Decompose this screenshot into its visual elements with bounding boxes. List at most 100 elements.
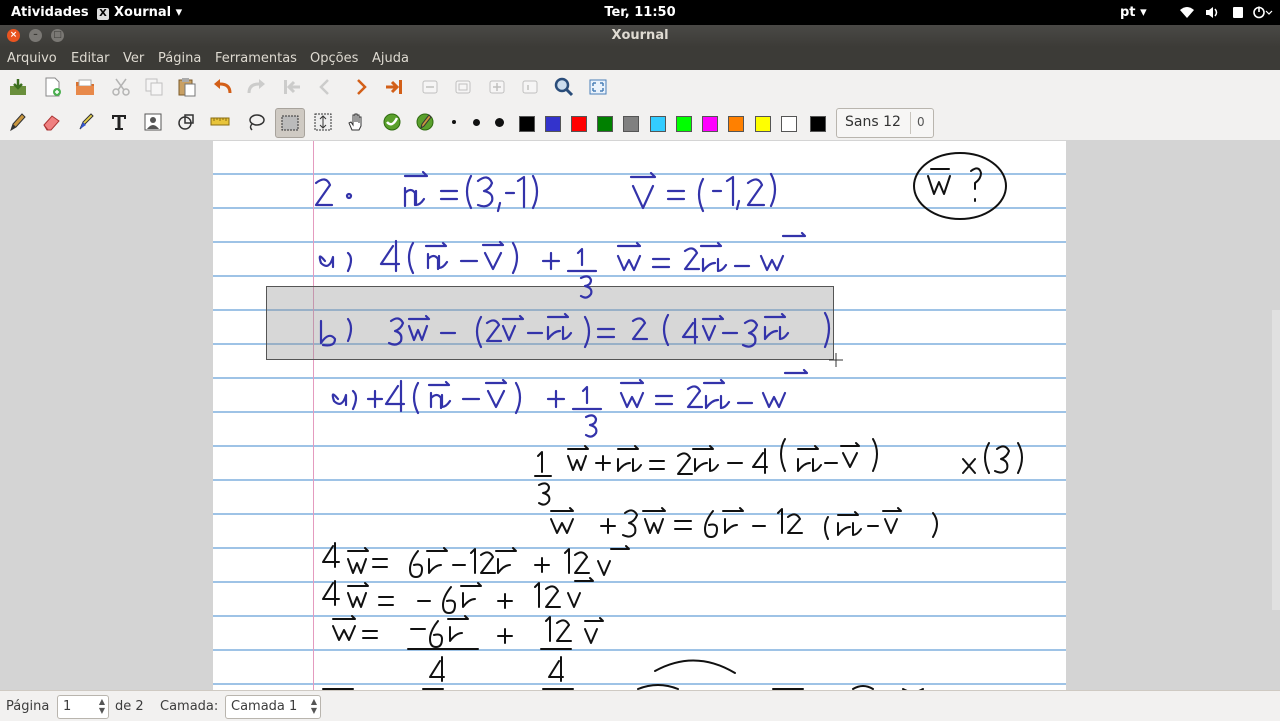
page-total: de 2: [115, 699, 144, 714]
open-folder-icon: [76, 79, 94, 95]
pen-thickness-fine[interactable]: [452, 120, 456, 124]
new-document-button[interactable]: [38, 73, 66, 101]
activities-button[interactable]: Atividades: [11, 5, 89, 20]
default-pen-icon: [416, 113, 434, 131]
eraser-tool-button[interactable]: [38, 108, 66, 136]
color-blue-swatch[interactable]: [545, 116, 561, 132]
zoom-out-icon: [422, 80, 438, 94]
system-top-bar: Atividades X Xournal ▾ Ter, 11:50 pt ▾: [0, 0, 1280, 25]
layer-selector[interactable]: Camada 1 ▲ ▼: [225, 695, 321, 719]
text-tool-button[interactable]: [105, 108, 133, 136]
power-menu-icon[interactable]: [1253, 6, 1273, 19]
page-width-button[interactable]: [516, 73, 544, 101]
lined-page[interactable]: [213, 141, 1066, 690]
image-tool-button[interactable]: [139, 108, 167, 136]
font-selector-button[interactable]: Sans 12 0: [836, 108, 934, 138]
tools-toolbar: Sans 12 0: [0, 105, 1280, 140]
spinner-arrows-icon[interactable]: ▲ ▼: [99, 697, 105, 715]
new-document-icon: [45, 77, 61, 97]
color-current-swatch[interactable]: [810, 116, 826, 132]
color-light-blue-swatch[interactable]: [650, 116, 666, 132]
zoom-in-button[interactable]: [483, 73, 511, 101]
zoom-in-icon: [489, 80, 505, 94]
wifi-icon[interactable]: [1180, 6, 1194, 19]
color-yellow-swatch[interactable]: [755, 116, 771, 132]
drawing-canvas[interactable]: [0, 140, 1280, 690]
window-title: Xournal: [611, 28, 669, 43]
previous-page-button[interactable]: [311, 73, 339, 101]
zoom-out-button[interactable]: [416, 73, 444, 101]
pen-thickness-thick[interactable]: [495, 118, 504, 127]
app-menu-label: Xournal: [114, 5, 172, 20]
menu-opcoes[interactable]: Opções: [310, 51, 358, 66]
menu-editar[interactable]: Editar: [71, 51, 110, 66]
eraser-icon: [43, 115, 60, 131]
vertical-space-button[interactable]: [309, 108, 337, 136]
default-tool-icon: [383, 113, 401, 131]
rectangle-select-icon: [281, 115, 299, 131]
zoom-fit-button[interactable]: [449, 73, 477, 101]
menu-bar: Arquivo Editar Ver Página Ferramentas Op…: [0, 47, 1280, 70]
undo-button[interactable]: [209, 73, 237, 101]
volume-icon[interactable]: [1205, 6, 1219, 19]
copy-button[interactable]: [140, 73, 168, 101]
dropdown-arrows-icon[interactable]: ▲ ▼: [311, 697, 317, 715]
text-tool-icon: [112, 115, 126, 130]
pen-tool-button[interactable]: [4, 108, 32, 136]
shape-recognizer-button[interactable]: [172, 108, 200, 136]
vertical-scrollbar[interactable]: [1272, 310, 1280, 610]
pen-thickness-medium[interactable]: [473, 119, 480, 126]
font-name: Sans 12: [845, 114, 901, 130]
hand-icon: [348, 113, 362, 131]
menu-ver[interactable]: Ver: [123, 51, 144, 66]
lasso-icon: [249, 114, 265, 131]
last-page-icon: [386, 80, 402, 94]
fullscreen-button[interactable]: [584, 73, 612, 101]
color-magenta-swatch[interactable]: [702, 116, 718, 132]
default-pen-button[interactable]: [411, 108, 439, 136]
last-page-button[interactable]: [380, 73, 408, 101]
default-tool-button[interactable]: [378, 108, 406, 136]
cut-button[interactable]: [107, 73, 135, 101]
window-title-bar[interactable]: × – □ Xournal: [0, 25, 1280, 47]
highlighter-tool-button[interactable]: [72, 108, 100, 136]
color-red-swatch[interactable]: [571, 116, 587, 132]
rectangle-select-button[interactable]: [275, 108, 305, 138]
menu-ajuda[interactable]: Ajuda: [372, 51, 409, 66]
ruler-icon: [210, 117, 230, 126]
layer-value: Camada 1: [231, 699, 298, 714]
language-indicator[interactable]: pt ▾: [1120, 5, 1147, 20]
color-green-swatch[interactable]: [597, 116, 613, 132]
color-white-swatch[interactable]: [781, 116, 797, 132]
lasso-select-button[interactable]: [242, 108, 270, 136]
highlighter-icon: [79, 113, 94, 130]
handwritten-ink: [314, 152, 1023, 690]
menu-pagina[interactable]: Página: [158, 51, 201, 66]
color-black-swatch[interactable]: [519, 116, 535, 132]
pencil-icon: [10, 113, 26, 132]
next-page-button[interactable]: [347, 73, 375, 101]
cut-icon: [112, 78, 130, 96]
open-button[interactable]: [71, 73, 99, 101]
paste-button[interactable]: [173, 73, 201, 101]
menu-ferramentas[interactable]: Ferramentas: [215, 51, 297, 66]
page-width-icon: [522, 80, 538, 94]
paste-icon: [178, 78, 196, 97]
font-extra: 0: [917, 115, 925, 129]
save-button[interactable]: [4, 73, 32, 101]
first-page-button[interactable]: [278, 73, 306, 101]
copy-icon: [145, 78, 163, 96]
color-light-green-swatch[interactable]: [676, 116, 692, 132]
page-number-spinner[interactable]: 1 ▲ ▼: [57, 695, 109, 719]
ruler-button[interactable]: [206, 108, 234, 136]
zoom-button[interactable]: [550, 73, 578, 101]
menu-arquivo[interactable]: Arquivo: [7, 51, 57, 66]
color-orange-swatch[interactable]: [728, 116, 744, 132]
xournal-app-icon: X: [97, 8, 109, 20]
hand-tool-button[interactable]: [342, 108, 370, 136]
color-gray-swatch[interactable]: [623, 116, 639, 132]
clock[interactable]: Ter, 11:50: [0, 5, 1280, 20]
battery-icon[interactable]: [1232, 6, 1244, 19]
redo-button[interactable]: [242, 73, 270, 101]
app-menu[interactable]: X Xournal ▾: [97, 5, 182, 20]
